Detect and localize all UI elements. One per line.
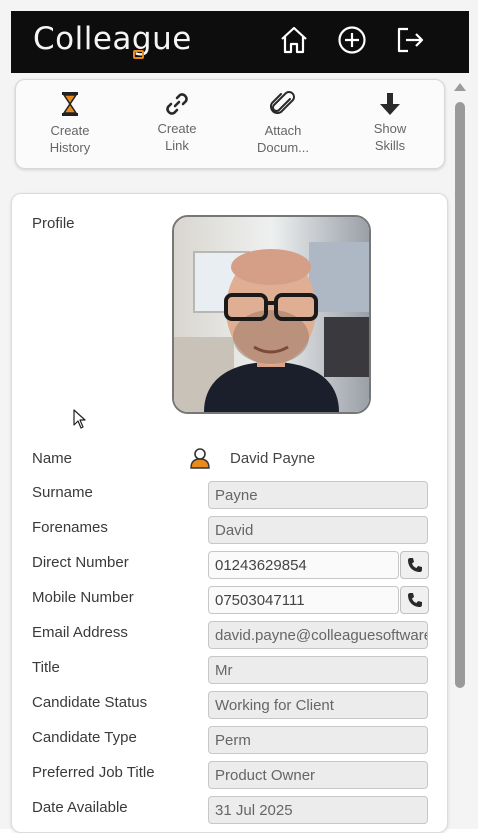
name-label: Name bbox=[32, 450, 73, 467]
preferred-job-title-field[interactable]: Product Owner bbox=[208, 761, 428, 789]
date-available-label: Date Available bbox=[32, 799, 128, 816]
title-field[interactable]: Mr bbox=[208, 656, 428, 684]
hourglass-icon bbox=[30, 90, 110, 118]
paperclip-icon bbox=[243, 90, 323, 118]
phone-icon bbox=[407, 593, 422, 607]
scroll-up-arrow[interactable] bbox=[454, 83, 466, 91]
direct-number-field[interactable]: 01243629854 bbox=[208, 551, 399, 579]
profile-card: Profile Name David Payne Surname Payne F… bbox=[11, 193, 448, 833]
create-history-label: Create History bbox=[49, 123, 91, 155]
direct-number-label: Direct Number bbox=[32, 554, 129, 571]
logout-icon[interactable] bbox=[393, 23, 427, 57]
mouse-cursor-icon bbox=[73, 409, 87, 434]
surname-field[interactable]: Payne bbox=[208, 481, 428, 509]
name-value: David Payne bbox=[230, 450, 316, 467]
vertical-scrollbar[interactable] bbox=[453, 80, 467, 829]
add-icon[interactable] bbox=[335, 23, 369, 57]
forenames-field[interactable]: David bbox=[208, 516, 428, 544]
app-frame: Colleague Create History Create Link Att… bbox=[0, 0, 478, 833]
link-icon bbox=[137, 90, 217, 118]
create-history-button[interactable]: Create History bbox=[30, 90, 110, 156]
attach-document-button[interactable]: Attach Docum... bbox=[243, 90, 323, 156]
create-link-label: Create Link bbox=[157, 121, 197, 153]
profile-photo[interactable] bbox=[172, 215, 371, 414]
candidate-status-label: Candidate Status bbox=[32, 694, 148, 711]
scroll-thumb[interactable] bbox=[455, 102, 465, 688]
attach-document-label: Attach Docum... bbox=[256, 123, 309, 155]
preferred-job-title-label: Preferred Job Title bbox=[32, 764, 155, 781]
show-skills-button[interactable]: Show Skills bbox=[350, 90, 430, 154]
show-skills-label: Show Skills bbox=[373, 121, 407, 153]
action-toolbar: Create History Create Link Attach Docum.… bbox=[15, 79, 445, 169]
candidate-status-field[interactable]: Working for Client bbox=[208, 691, 428, 719]
email-field[interactable]: david.payne@colleaguesoftware.com bbox=[208, 621, 428, 649]
arrow-down-icon bbox=[350, 90, 430, 118]
candidate-type-label: Candidate Type bbox=[32, 729, 137, 746]
candidate-type-field[interactable]: Perm bbox=[208, 726, 428, 754]
title-label: Title bbox=[32, 659, 60, 676]
call-mobile-button[interactable] bbox=[400, 586, 429, 614]
mobile-number-label: Mobile Number bbox=[32, 589, 134, 606]
app-logo: Colleague bbox=[33, 21, 192, 57]
person-icon bbox=[190, 447, 210, 474]
profile-label: Profile bbox=[32, 215, 75, 232]
mobile-number-field[interactable]: 07503047111 bbox=[208, 586, 399, 614]
surname-label: Surname bbox=[32, 484, 93, 501]
logo-accent bbox=[133, 50, 144, 59]
header-bar: Colleague bbox=[11, 11, 469, 73]
home-icon[interactable] bbox=[277, 23, 311, 57]
phone-icon bbox=[407, 558, 422, 572]
call-direct-button[interactable] bbox=[400, 551, 429, 579]
email-label: Email Address bbox=[32, 624, 128, 641]
main-content: Create History Create Link Attach Docum.… bbox=[0, 73, 450, 833]
create-link-button[interactable]: Create Link bbox=[137, 90, 217, 154]
date-available-field[interactable]: 31 Jul 2025 bbox=[208, 796, 428, 824]
forenames-label: Forenames bbox=[32, 519, 108, 536]
